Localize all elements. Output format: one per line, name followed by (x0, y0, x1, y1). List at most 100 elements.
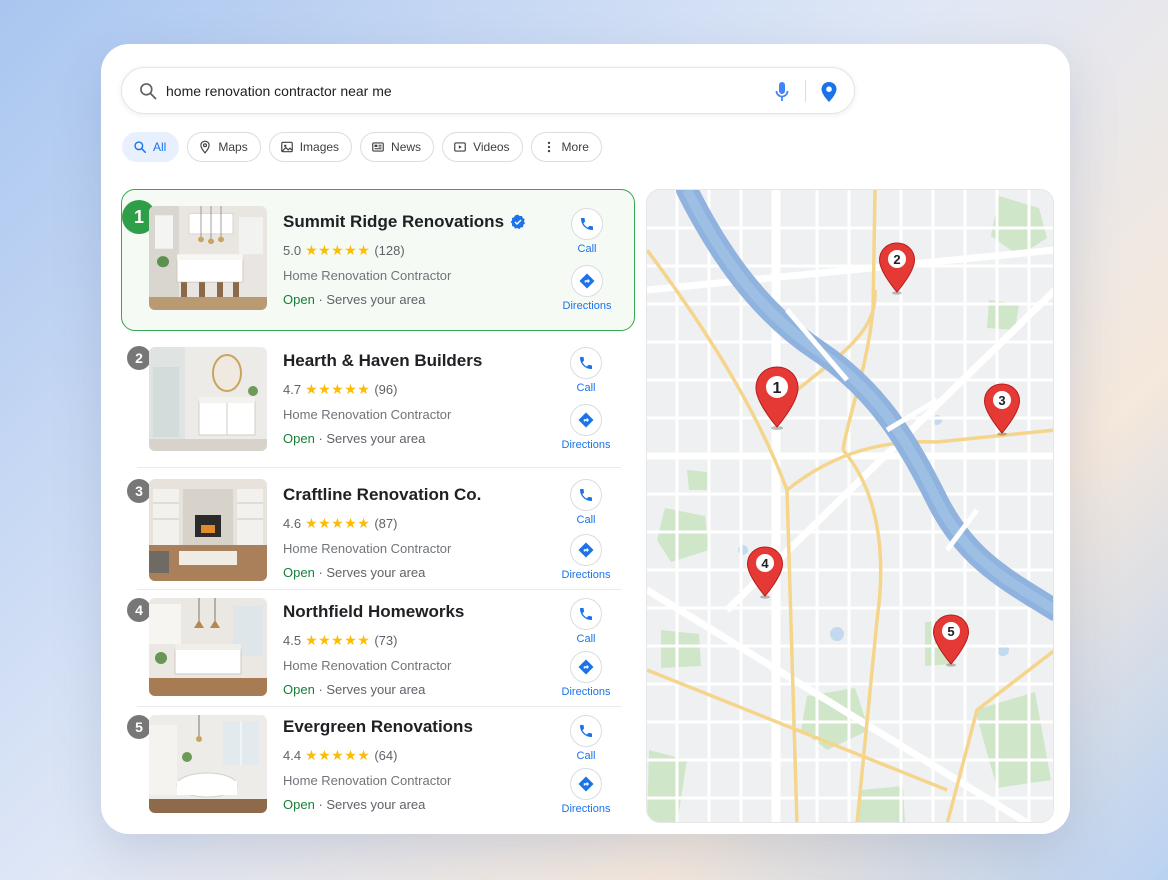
call-label: Call (576, 750, 596, 762)
open-status: Open (283, 292, 315, 307)
service-area: Serves your area (326, 431, 426, 446)
review-count[interactable]: (128) (374, 243, 404, 258)
marker-label: 1 (773, 380, 782, 397)
result-item-4[interactable]: 4 Northfield Homeworks 4.5 ★★★★★ (73) Ho… (121, 594, 635, 706)
status-row: Open · Serves your area (283, 431, 482, 446)
result-item-5[interactable]: 5 Evergreen Renovations 4.4 ★★★★★ (64) H… (121, 711, 635, 819)
rating-row: 5.0 ★★★★★ (128) (283, 242, 526, 259)
rating-value: 4.7 (283, 382, 302, 397)
kitchen-photo (149, 206, 267, 310)
rating-value: 4.6 (283, 516, 302, 531)
call-button[interactable]: Call (552, 208, 622, 255)
chip-images[interactable]: Images (268, 132, 353, 162)
kitchen-island-photo (149, 598, 267, 696)
marker-label: 5 (947, 624, 954, 639)
directions-label: Directions (561, 439, 611, 451)
location-pin-icon[interactable] (820, 81, 838, 103)
map-marker-2[interactable]: 2 (877, 241, 917, 295)
star-rating: ★★★★★ (305, 747, 371, 763)
open-status: Open (283, 431, 315, 446)
chip-more[interactable]: More (530, 132, 602, 162)
chip-label: More (561, 140, 589, 154)
marker-pin-icon: 4 (746, 546, 784, 599)
directions-button[interactable]: Directions (551, 534, 621, 581)
chip-videos[interactable]: Videos (442, 132, 523, 162)
chip-all[interactable]: All (122, 132, 180, 162)
search-icon (134, 141, 147, 154)
business-category: Home Renovation Contractor (283, 407, 452, 422)
living-room-photo (149, 479, 267, 581)
search-input[interactable] (166, 78, 746, 104)
rating-value: 5.0 (283, 243, 302, 258)
result-photo[interactable] (149, 598, 267, 696)
rank-badge: 3 (127, 479, 151, 503)
result-item-2[interactable]: 2 Hearth & Haven Builders 4.7 ★★★★★ (96)… (121, 339, 635, 465)
status-row: Open · Serves your area (283, 682, 464, 697)
result-actions: Call Directions (551, 598, 621, 698)
search-icon (140, 83, 157, 100)
service-area: Serves your area (326, 682, 426, 697)
result-divider (137, 467, 621, 468)
review-count[interactable]: (64) (374, 748, 397, 763)
map-pin-icon (200, 140, 211, 154)
rating-value: 4.5 (283, 633, 302, 648)
result-photo[interactable] (149, 715, 267, 813)
result-photo[interactable] (149, 479, 267, 581)
chip-news[interactable]: News (360, 132, 435, 162)
directions-button[interactable]: Directions (551, 768, 621, 815)
call-button[interactable]: Call (551, 598, 621, 645)
call-label: Call (576, 633, 596, 645)
directions-label: Directions (561, 803, 611, 815)
service-area: Serves your area (326, 797, 426, 812)
business-category: Home Renovation Contractor (283, 658, 452, 673)
marker-label: 4 (761, 556, 769, 571)
review-count[interactable]: (87) (374, 516, 397, 531)
chip-label: Images (299, 140, 340, 154)
map-marker-1[interactable]: 1 (753, 365, 801, 431)
directions-button[interactable]: Directions (551, 651, 621, 698)
result-item-1[interactable]: 1 Summit Ridge Renovations 5.0 ★★★★★ (12… (121, 189, 635, 331)
business-category: Home Renovation Contractor (283, 268, 452, 283)
open-status: Open (283, 682, 315, 697)
filter-chips: All Maps Images News Videos More (122, 132, 602, 162)
map-marker-4[interactable]: 4 (745, 545, 785, 599)
chip-label: News (391, 140, 422, 154)
result-photo[interactable] (149, 206, 267, 310)
directions-button[interactable]: Directions (551, 404, 621, 451)
news-icon (372, 142, 384, 152)
result-item-3[interactable]: 3 Craftline Renovation Co. 4.6 ★★★★★ (87… (121, 473, 635, 591)
open-status: Open (283, 797, 315, 812)
result-info: Northfield Homeworks 4.5 ★★★★★ (73) Home… (283, 602, 464, 697)
business-name[interactable]: Hearth & Haven Builders (283, 351, 482, 371)
review-count[interactable]: (73) (374, 633, 397, 648)
call-button[interactable]: Call (551, 715, 621, 762)
marker-pin-icon: 3 (983, 383, 1021, 436)
result-photo[interactable] (149, 347, 267, 451)
call-button[interactable]: Call (551, 479, 621, 526)
map-marker-5[interactable]: 5 (931, 613, 971, 667)
search-bar[interactable] (121, 67, 855, 114)
directions-icon (578, 776, 594, 792)
video-icon (454, 142, 466, 152)
result-info: Summit Ridge Renovations 5.0 ★★★★★ (128)… (283, 212, 526, 307)
open-status: Open (283, 565, 315, 580)
directions-button[interactable]: Directions (552, 265, 622, 312)
business-name[interactable]: Northfield Homeworks (283, 602, 464, 622)
rank-badge: 5 (127, 715, 151, 739)
directions-icon (578, 412, 594, 428)
microphone-icon[interactable] (774, 81, 790, 103)
business-name[interactable]: Craftline Renovation Co. (283, 485, 481, 505)
call-label: Call (576, 514, 596, 526)
phone-icon (580, 489, 592, 501)
map-panel[interactable]: 1 2 3 4 5 (646, 189, 1054, 823)
bathtub-photo (149, 715, 267, 813)
business-name[interactable]: Evergreen Renovations (283, 717, 473, 737)
more-vert-icon (547, 141, 550, 153)
review-count[interactable]: (96) (374, 382, 397, 397)
map-marker-3[interactable]: 3 (982, 382, 1022, 436)
call-button[interactable]: Call (551, 347, 621, 394)
directions-icon (579, 273, 595, 289)
business-name[interactable]: Summit Ridge Renovations (283, 212, 504, 232)
chip-maps[interactable]: Maps (187, 132, 261, 162)
service-area: Serves your area (326, 292, 426, 307)
